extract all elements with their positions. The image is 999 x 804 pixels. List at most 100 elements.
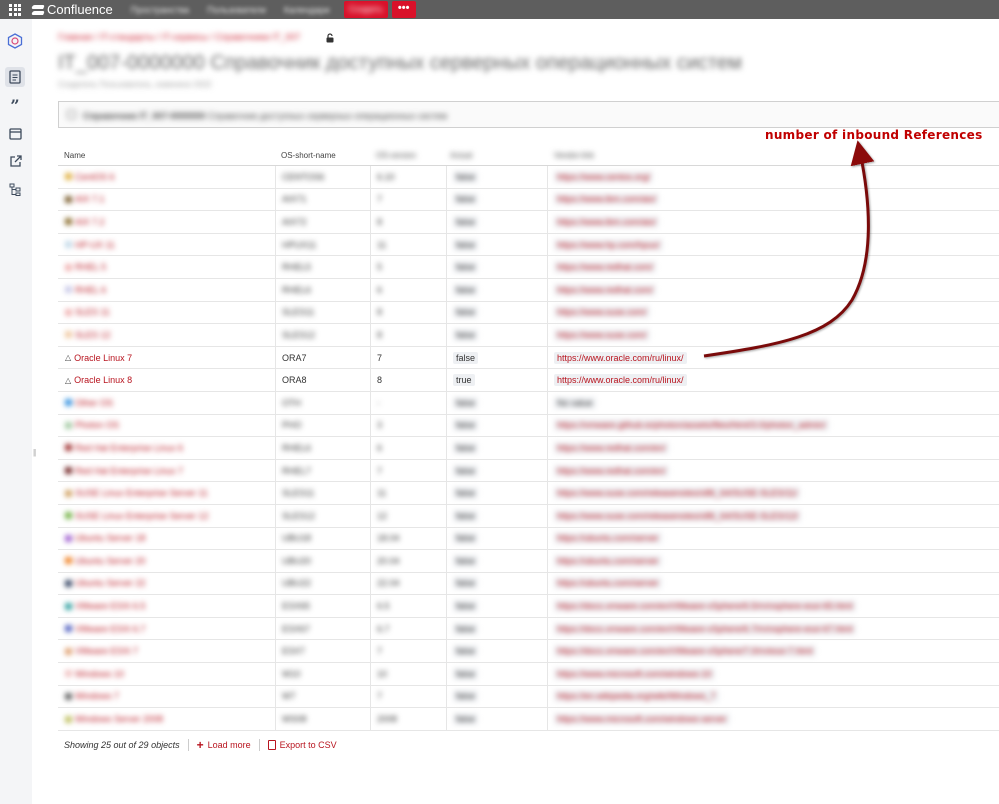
object-name-link[interactable]: Photon OS [75,420,119,430]
vendor-url-link[interactable]: https://www.microsoft.com/windows-10 [554,667,715,680]
vendor-url-link[interactable]: https://www.centos.org/ [554,170,654,183]
app-switcher-icon[interactable] [8,3,22,17]
object-name-link[interactable]: Ubuntu Server 22 [75,578,146,588]
os-icon [65,263,72,271]
vendor-url-link[interactable]: https://www.suse.com/releasenotes/x86_64… [554,487,801,500]
object-name-link[interactable]: SUSE Linux Enterprise Server 11 [75,488,208,498]
create-button[interactable]: Создать [343,1,388,18]
object-name-link[interactable]: AIX 7.1 [75,194,105,204]
column-separator [275,369,276,391]
column-header-name[interactable]: Name [64,151,85,160]
object-name-link[interactable]: SLES 12 [75,330,111,340]
table-row: Red Hat Enterprise Linux 7 RHEL7 7 false htt… [58,459,999,483]
object-name-link[interactable]: HP-UX 11 [75,240,115,250]
object-name-link[interactable]: RHEL 6 [75,285,106,295]
vendor-url-link[interactable]: https://docs.vmware.com/en/VMware-vSpher… [554,622,856,635]
object-name-link[interactable]: Ubuntu Server 20 [75,556,146,566]
cell-actual: false [453,595,479,617]
vendor-url-link[interactable]: https://www.ibm.com/aix/ [554,193,660,206]
column-separator [547,166,548,188]
nav-people[interactable]: Пользователи [207,5,266,15]
object-name-link[interactable]: Oracle Linux 8 [74,375,132,385]
object-name-link[interactable]: Windows 7 [75,691,119,701]
breadcrumb[interactable]: Главная / IT-стандарты / IT-сервисы / Сп… [58,32,300,42]
vendor-url-link[interactable]: https://ubuntu.com/server [554,577,662,590]
cell-os-version: 22.04 [377,578,400,589]
vendor-url-link[interactable]: https://en.wikipedia.org/wiki/Windows_7 [554,690,719,703]
object-name-link[interactable]: Ubuntu Server 18 [75,533,146,543]
vendor-url-link[interactable]: https://docs.vmware.com/en/VMware-vSpher… [554,600,856,613]
vendor-url-link[interactable]: No value [554,396,596,409]
vendor-url-link[interactable]: https://www.hp.com/hpux/ [554,238,663,251]
vendor-url-link[interactable]: https://www.redhat.com/en/ [554,441,669,454]
vendor-url-link[interactable]: https://www.suse.com/ [554,306,650,319]
confluence-logo[interactable]: Confluence [32,2,113,17]
vendor-url-link[interactable]: https://www.suse.com/ [554,328,650,341]
column-header-vendor-link[interactable]: Vendor-link [554,151,594,160]
column-separator [275,482,276,504]
space-logo-icon[interactable] [7,33,23,49]
column-separator [275,437,276,459]
os-icon [65,218,72,226]
column-header-os-version[interactable]: OS-version [376,151,416,160]
export-csv-button[interactable]: Export to CSV [267,740,337,750]
cell-os-version: 8 [377,216,383,227]
vendor-url-link[interactable]: https://vmware.github.io/photon/assets/f… [554,419,829,432]
cell-actual: false [453,573,479,595]
vendor-url-link[interactable]: https://docs.vmware.com/en/VMware-vSpher… [554,645,816,658]
vendor-url-link[interactable]: https://www.redhat.com/ [554,261,657,274]
object-name-link[interactable]: VMware ESXi 6.7 [75,624,146,634]
object-name-link[interactable]: RHEL 5 [75,262,106,272]
object-name-link[interactable]: VMware ESXi 6.5 [75,601,146,611]
column-separator [370,301,371,324]
cell-os-short-name: ORA8 [282,375,307,386]
cell-name: Ubuntu Server 22 [65,573,146,595]
vendor-url-link[interactable]: https://ubuntu.com/server [554,554,662,567]
column-separator [370,211,371,233]
sidebar-resize-handle[interactable]: || [33,448,36,457]
vendor-url-link[interactable]: https://ubuntu.com/server [554,532,662,545]
object-name-link[interactable]: SLES 11 [75,307,110,317]
column-header-actual[interactable]: Actual [450,151,472,160]
pages-icon[interactable] [5,67,25,87]
object-name-link[interactable]: CentOS 6 [75,172,115,182]
hierarchy-icon[interactable] [7,181,23,197]
load-more-button[interactable]: + Load more [197,738,251,752]
cell-os-version: 8 [377,375,383,386]
vendor-url-link[interactable]: https://www.microsoft.com/windows-server [554,713,730,726]
object-name-link[interactable]: Windows 10 [75,669,124,679]
cell-vendor-link: https://www.ibm.com/aix/ [554,189,660,211]
vendor-url-link[interactable]: https://www.oracle.com/ru/linux/ [554,374,687,387]
table-row: VMware ESXi 6.5 ESX65 6.5 false https://docs… [58,595,999,618]
column-header-os-short-name[interactable]: OS-short-name [281,151,336,160]
object-name-link[interactable]: Oracle Linux 7 [74,353,132,363]
column-separator [275,595,276,617]
boolean-badge: false [453,215,479,228]
vendor-url-link[interactable]: https://www.oracle.com/ru/linux/ [554,351,687,364]
cell-actual: false [453,482,479,504]
cell-os-short-name: SLES12 [282,510,316,521]
vendor-url-link[interactable]: https://www.suse.com/releasenotes/x86_64… [554,509,802,522]
object-name-link[interactable]: Windows Server 2008 [75,714,163,724]
external-link-icon[interactable] [7,153,23,169]
os-icon [65,173,72,181]
nav-spaces[interactable]: Пространства [131,5,189,15]
calendar-icon[interactable] [7,125,23,141]
object-name-link[interactable]: SUSE Linux Enterprise Server 12 [75,511,209,521]
object-name-link[interactable]: Red Hat Enterprise Linux 7 [75,466,183,476]
nav-calendars[interactable]: Календари [284,5,330,15]
table-row: HP-UX 11 HPUX11 11 false https://www.hp.com/… [58,233,999,257]
vendor-url-link[interactable]: https://www.redhat.com/ [554,283,657,296]
object-name-link[interactable]: Red Hat Enterprise Linux 6 [75,443,183,453]
vendor-url-link[interactable]: https://www.redhat.com/en/ [554,464,669,477]
cell-os-short-name: OTH [282,397,301,408]
object-name-link[interactable]: VMware ESXi 7 [75,646,138,656]
column-separator [275,233,276,256]
more-button[interactable]: ••• [391,1,416,18]
object-name-link[interactable]: Other OS [75,398,113,408]
object-name-link[interactable]: AIX 7.2 [75,217,105,227]
database-icon [67,110,76,119]
quote-icon[interactable]: ” [7,96,23,115]
vendor-url-link[interactable]: https://www.ibm.com/aix/ [554,215,660,228]
unlock-icon[interactable] [325,33,335,43]
